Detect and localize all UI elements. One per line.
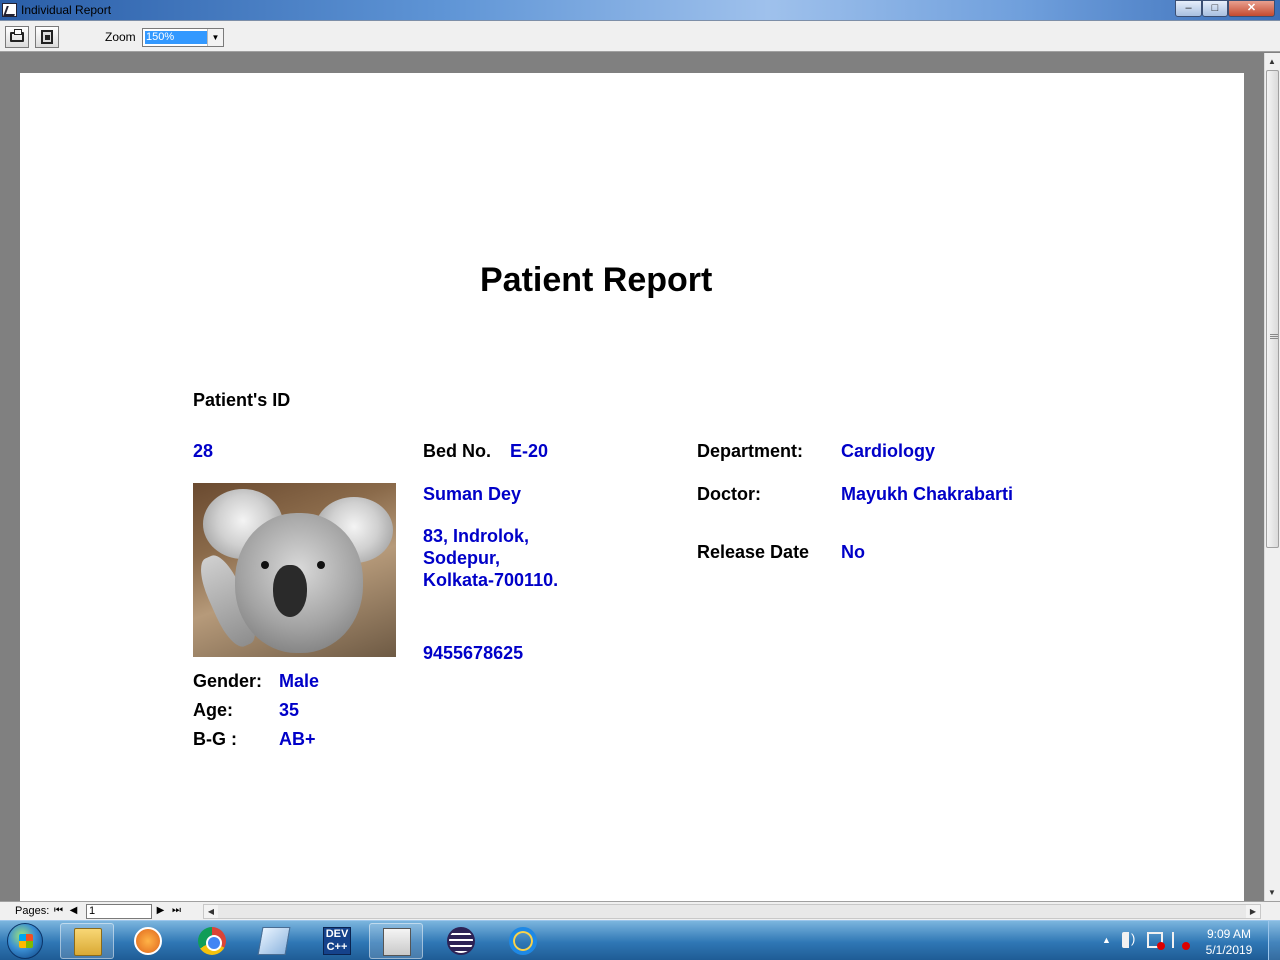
print-button[interactable] bbox=[5, 26, 29, 48]
export-icon bbox=[41, 30, 53, 44]
address-line-3: Kolkata-700110. bbox=[423, 570, 559, 590]
doctor-label: Doctor: bbox=[697, 484, 761, 504]
phone-number: 9455678625 bbox=[423, 643, 524, 663]
address-line-1: 83, Indrolok, bbox=[423, 526, 530, 546]
network-icon[interactable] bbox=[1147, 932, 1165, 950]
dev-cpp-icon: DEV C++ bbox=[323, 927, 351, 955]
minimize-button[interactable]: – bbox=[1175, 0, 1202, 17]
taskbar-sticky-notes[interactable] bbox=[247, 923, 301, 959]
tray-expand-icon[interactable]: ▲ bbox=[1102, 935, 1111, 945]
project-icon bbox=[383, 928, 411, 956]
previous-page-icon[interactable]: ◀ bbox=[68, 904, 79, 918]
age-label: Age: bbox=[193, 700, 233, 720]
speaker-icon[interactable] bbox=[1122, 931, 1138, 948]
action-center-icon[interactable] bbox=[1172, 932, 1190, 950]
eclipse-icon bbox=[447, 927, 475, 955]
zoom-label: Zoom bbox=[105, 30, 136, 44]
patient-name: Suman Dey bbox=[423, 484, 522, 504]
report-page: Patient Report Patient's ID 28 Bed No. E… bbox=[20, 73, 1244, 901]
taskbar-media-player[interactable] bbox=[121, 923, 175, 959]
scroll-right-icon[interactable]: ▶ bbox=[1246, 905, 1260, 918]
age-value: 35 bbox=[279, 700, 300, 720]
last-page-icon[interactable]: ⏭ bbox=[171, 904, 182, 918]
taskbar: DEV C++ ▲ 9:09 AM 5/1/2019 bbox=[0, 920, 1280, 960]
report-title: Patient Report bbox=[480, 261, 713, 299]
gender-label: Gender: bbox=[193, 671, 263, 691]
scroll-left-icon[interactable]: ◀ bbox=[204, 905, 218, 918]
next-page-icon[interactable]: ▶ bbox=[155, 904, 166, 918]
zoom-select[interactable]: 150% ▼ bbox=[142, 28, 224, 47]
window-title: Individual Report bbox=[21, 3, 112, 17]
department-value: Cardiology bbox=[841, 441, 936, 461]
app-icon bbox=[2, 3, 17, 17]
show-desktop-button[interactable] bbox=[1268, 921, 1280, 960]
report-toolbar: Zoom 150% ▼ bbox=[0, 21, 1280, 52]
page-navigation-bar: Pages: ⏮ ◀ 1 ▶ ⏭ ◀ ▶ bbox=[0, 901, 1280, 920]
export-button[interactable] bbox=[35, 26, 59, 48]
media-player-icon bbox=[134, 927, 162, 955]
system-clock[interactable]: 9:09 AM 5/1/2019 bbox=[1198, 926, 1260, 958]
windows-start-icon[interactable] bbox=[7, 923, 43, 959]
blood-group-value: AB+ bbox=[279, 729, 316, 749]
taskbar-chrome[interactable] bbox=[185, 923, 239, 959]
sticky-notes-icon bbox=[257, 927, 291, 955]
taskbar-project[interactable] bbox=[369, 923, 423, 959]
doctor-value: Mayukh Chakrabarti bbox=[841, 484, 1014, 504]
chevron-down-icon[interactable]: ▼ bbox=[207, 29, 223, 46]
taskbar-file-explorer[interactable] bbox=[60, 923, 114, 959]
horizontal-scrollbar[interactable]: ◀ ▶ bbox=[203, 904, 1261, 919]
bed-label: Bed No. bbox=[423, 441, 492, 461]
internet-explorer-icon bbox=[509, 927, 537, 955]
page-number-input[interactable]: 1 bbox=[86, 904, 152, 919]
gender-value: Male bbox=[279, 671, 320, 691]
scroll-down-icon[interactable]: ▼ bbox=[1268, 888, 1276, 897]
patient-id-value: 28 bbox=[193, 441, 214, 461]
patient-photo bbox=[193, 483, 396, 657]
pages-label: Pages: bbox=[15, 905, 50, 917]
release-date-label: Release Date bbox=[697, 542, 810, 562]
patient-id-label: Patient's ID bbox=[193, 390, 291, 410]
clock-date: 5/1/2019 bbox=[1205, 943, 1253, 957]
first-page-icon[interactable]: ⏮ bbox=[53, 904, 64, 918]
printer-icon bbox=[10, 29, 24, 42]
bed-value: E-20 bbox=[510, 441, 549, 461]
blood-group-label: B-G : bbox=[193, 729, 237, 749]
close-button[interactable]: ✕ bbox=[1228, 0, 1275, 17]
department-label: Department: bbox=[697, 441, 804, 461]
file-explorer-icon bbox=[74, 928, 102, 956]
taskbar-internet-explorer[interactable] bbox=[496, 923, 550, 959]
clock-time: 9:09 AM bbox=[1206, 927, 1252, 941]
chrome-icon bbox=[198, 927, 226, 955]
release-date-value: No bbox=[841, 542, 865, 562]
zoom-value: 150% bbox=[145, 31, 207, 44]
window-title-bar[interactable]: Individual Report – □ ✕ bbox=[0, 0, 1280, 21]
taskbar-eclipse[interactable] bbox=[434, 923, 488, 959]
address-line-2: Sodepur, bbox=[423, 548, 501, 568]
vertical-scrollbar[interactable]: ▲ ▼ bbox=[1264, 53, 1280, 901]
scroll-up-icon[interactable]: ▲ bbox=[1268, 57, 1276, 66]
taskbar-dev-cpp[interactable]: DEV C++ bbox=[310, 923, 364, 959]
maximize-button[interactable]: □ bbox=[1202, 0, 1228, 17]
scroll-thumb[interactable] bbox=[1266, 70, 1279, 548]
